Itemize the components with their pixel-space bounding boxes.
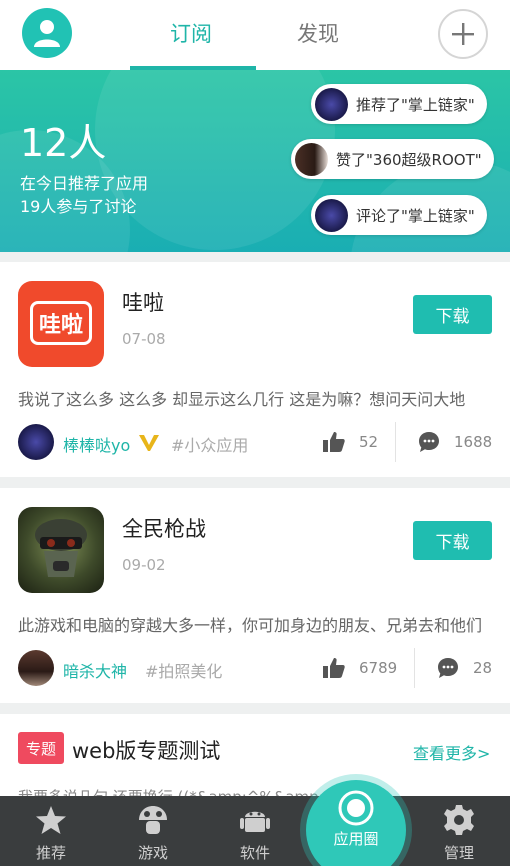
nav-item-games[interactable]: 游戏	[102, 796, 204, 866]
mushroom-icon	[139, 806, 167, 834]
avatar	[315, 198, 348, 232]
tab-discover[interactable]: 发现	[297, 18, 339, 48]
app-circle-icon	[338, 790, 374, 826]
app-name[interactable]: 全民枪战	[122, 513, 206, 543]
see-more-link[interactable]: 查看更多>	[413, 740, 490, 764]
app-icon	[18, 507, 104, 593]
topic-title[interactable]: web版专题测试	[72, 735, 220, 765]
star-icon	[36, 806, 66, 834]
comment-icon[interactable]	[418, 431, 440, 453]
divider	[414, 648, 415, 688]
comment-count: 1688	[454, 433, 493, 451]
avatar[interactable]	[18, 650, 54, 686]
post-meta: 棒棒哒yo #小众应用 52 1688	[18, 422, 493, 462]
nav-label: 管理	[443, 844, 474, 862]
username[interactable]: 暗杀大神	[63, 658, 127, 682]
post-description[interactable]: 我说了这么多 这么多 却显示这么几行 这是为嘛？想问天问大地	[18, 386, 493, 410]
thumbs-up-icon[interactable]	[323, 431, 345, 453]
app-icon-text: 哇啦	[30, 301, 92, 345]
app-name[interactable]: 哇啦	[122, 287, 164, 317]
soldier-icon	[35, 519, 87, 577]
activity-item[interactable]: 推荐了"掌上链家"	[311, 84, 487, 124]
nav-label: 游戏	[137, 844, 168, 862]
tab-subscribe[interactable]: 订阅	[170, 18, 212, 48]
bottom-nav: 推荐 游戏 软件 管理	[0, 796, 510, 866]
nav-label: 应用圈	[333, 830, 379, 848]
profile-button[interactable]	[22, 8, 72, 58]
top-header: 订阅 发现	[0, 0, 510, 70]
comment-count: 28	[473, 659, 493, 677]
recommend-summary: 在今日推荐了应用	[20, 174, 149, 193]
activity-item[interactable]: 赞了"360超级ROOT"	[291, 139, 494, 179]
app-post-card[interactable]: 哇啦 哇啦 07-08 下载 我说了这么多 这么多 却显示这么几行 这是为嘛？想…	[0, 262, 510, 477]
topic-card[interactable]: 专题 web版专题测试 查看更多> 我要多说几句 还要换行 ((*&amp;^%…	[0, 714, 510, 806]
post-description[interactable]: 此游戏和电脑的穿越大多一样，你可加身边的朋友、兄弟去和他们	[18, 612, 493, 636]
like-count: 6789	[359, 659, 398, 677]
nav-item-manage[interactable]: 管理	[408, 796, 510, 866]
app-icon: 哇啦	[18, 281, 104, 367]
category-tag[interactable]: #拍照美化	[145, 658, 222, 682]
gear-icon	[444, 805, 474, 835]
activity-banner[interactable]: 12人 在今日推荐了应用 19人参与了讨论 推荐了"掌上链家" 赞了"360超级…	[0, 70, 510, 252]
vip-badge-icon	[139, 435, 159, 451]
category-tag[interactable]: #小众应用	[171, 432, 248, 456]
user-icon	[34, 20, 60, 47]
app-post-card[interactable]: 全民枪战 09-02 下载 此游戏和电脑的穿越大多一样，你可加身边的朋友、兄弟去…	[0, 488, 510, 703]
nav-label: 软件	[239, 844, 270, 862]
nav-item-software[interactable]: 软件	[204, 796, 306, 866]
plus-icon	[452, 23, 474, 45]
android-icon	[240, 811, 270, 832]
divider	[395, 422, 396, 462]
comment-icon[interactable]	[437, 657, 459, 679]
like-count: 52	[359, 433, 379, 451]
activity-text: 赞了"360超级ROOT"	[336, 150, 482, 169]
nav-item-recommend[interactable]: 推荐	[0, 796, 102, 866]
post-date: 09-02	[122, 556, 166, 574]
add-button[interactable]	[438, 9, 488, 59]
recommend-count: 12人	[20, 121, 107, 165]
post-date: 07-08	[122, 330, 166, 348]
download-button[interactable]: 下载	[413, 295, 492, 334]
username[interactable]: 棒棒哒yo	[63, 432, 130, 456]
avatar	[315, 87, 348, 121]
activity-text: 推荐了"掌上链家"	[356, 95, 475, 114]
post-meta: 暗杀大神 #拍照美化 6789 28	[18, 648, 493, 688]
thumbs-up-icon[interactable]	[323, 657, 345, 679]
download-button[interactable]: 下载	[413, 521, 492, 560]
avatar[interactable]	[18, 424, 54, 460]
activity-text: 评论了"掌上链家"	[356, 206, 475, 225]
topic-badge: 专题	[18, 732, 64, 764]
activity-item[interactable]: 评论了"掌上链家"	[311, 195, 487, 235]
nav-label: 推荐	[35, 844, 66, 862]
avatar	[295, 142, 328, 176]
discussion-summary: 19人参与了讨论	[20, 197, 137, 216]
